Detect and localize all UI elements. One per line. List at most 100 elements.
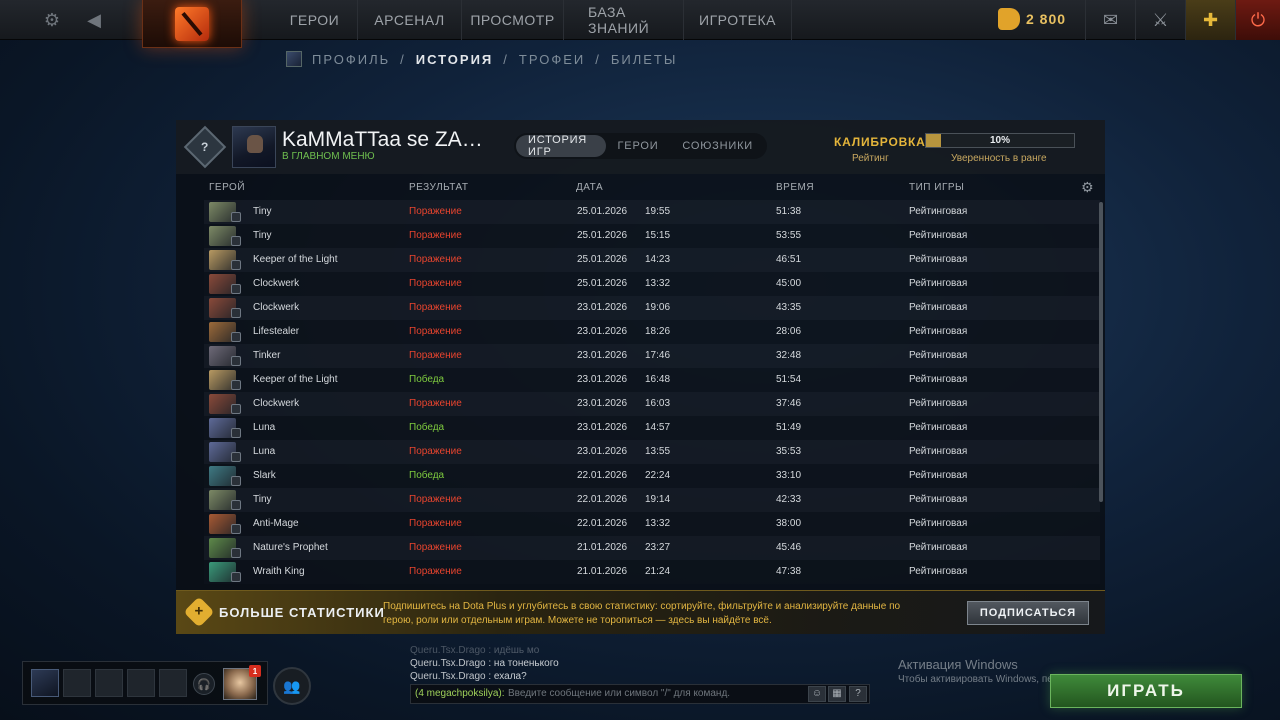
match-clock: 13:55 <box>645 446 671 457</box>
friends-icon[interactable]: 👥 <box>273 667 311 705</box>
match-result: Поражение <box>409 326 462 337</box>
tab-match-history[interactable]: ИСТОРИЯ ИГР <box>516 134 606 158</box>
match-result: Поражение <box>409 278 462 289</box>
match-duration: 35:53 <box>776 446 802 457</box>
back-arrow-icon[interactable]: ◀ <box>80 0 108 40</box>
shards-counter[interactable]: 2 800 <box>998 8 1066 30</box>
mail-icon[interactable]: ✉ <box>1085 0 1135 40</box>
chat-wheel-icon[interactable]: ▦ <box>828 686 846 702</box>
profile-avatar[interactable] <box>232 126 276 168</box>
match-result: Победа <box>409 470 445 481</box>
power-icon[interactable]: ⏻ <box>1235 0 1280 40</box>
tab-allies[interactable]: СОЮЗНИКИ <box>670 135 765 157</box>
match-clock: 19:06 <box>645 302 671 313</box>
match-result: Поражение <box>409 206 462 217</box>
gear-icon[interactable]: ⚙ <box>38 0 66 40</box>
table-row[interactable]: Luna Победа 23.01.2026 14:57 51:49 Рейтингова… <box>204 416 1100 440</box>
hero-name: Nature's Prophet <box>253 542 328 553</box>
table-row[interactable]: Keeper of the Light Поражение 25.01.2026 14… <box>204 248 1100 272</box>
party-slot-empty[interactable] <box>63 669 91 697</box>
chat-input[interactable]: (4 megachpoksilya): Введите сообщение ил… <box>410 684 870 704</box>
party-slot-me[interactable] <box>31 669 59 697</box>
match-date: 23.01.2026 <box>577 326 628 337</box>
chat-log: Queru.Tsx.Drago : идёшь мо Queru.Tsx.Dra… <box>410 644 870 683</box>
col-game-type[interactable]: ТИП ИГРЫ <box>909 182 964 193</box>
tab-heroes[interactable]: ГЕРОИ <box>606 135 671 157</box>
party-slot-empty[interactable] <box>127 669 155 697</box>
dota-logo-button[interactable] <box>142 0 242 48</box>
match-duration: 51:38 <box>776 206 802 217</box>
subnav-trophies[interactable]: ТРОФЕИ <box>519 52 585 67</box>
match-duration: 46:51 <box>776 254 802 265</box>
calibration-label: КАЛИБРОВКА <box>834 135 926 149</box>
role-icon <box>231 452 241 462</box>
nav-arsenal[interactable]: АРСЕНАЛ <box>358 0 462 40</box>
match-date: 23.01.2026 <box>577 422 628 433</box>
nav-arcade[interactable]: ИГРОТЕКА <box>684 0 792 40</box>
match-date: 22.01.2026 <box>577 518 628 529</box>
table-row[interactable]: Wraith King Поражение 21.01.2026 21:24 47:38… <box>204 560 1100 584</box>
hero-name: Keeper of the Light <box>253 374 338 385</box>
subnav-history[interactable]: ИСТОРИЯ <box>416 52 494 67</box>
table-row[interactable]: Clockwerk Поражение 25.01.2026 13:32 45:00 Ре… <box>204 272 1100 296</box>
notification-badge: 1 <box>249 665 261 677</box>
match-type: Рейтинговая <box>909 470 968 481</box>
avatar[interactable] <box>286 51 302 67</box>
hero-name: Anti-Mage <box>253 518 299 529</box>
table-row[interactable]: Clockwerk Поражение 23.01.2026 16:03 37:46 Ре… <box>204 392 1100 416</box>
nav-knowledge-base[interactable]: БАЗА ЗНАНИЙ <box>564 0 684 40</box>
match-date: 21.01.2026 <box>577 542 628 553</box>
role-icon <box>231 500 241 510</box>
role-icon <box>231 284 241 294</box>
match-clock: 16:48 <box>645 374 671 385</box>
col-time[interactable]: ВРЕМЯ <box>776 182 814 193</box>
table-row[interactable]: Tiny Поражение 25.01.2026 15:15 53:55 Рейтинг… <box>204 224 1100 248</box>
nav-watch[interactable]: ПРОСМОТР <box>462 0 564 40</box>
dota-plus-icon[interactable]: ✚ <box>1185 0 1235 40</box>
match-type: Рейтинговая <box>909 230 968 241</box>
table-row[interactable]: Slark Победа 22.01.2026 22:24 33:10 Рейтингов… <box>204 464 1100 488</box>
role-icon <box>231 308 241 318</box>
match-list-scrollbar[interactable] <box>1099 202 1103 502</box>
party-slot-empty[interactable] <box>95 669 123 697</box>
rank-medal-icon[interactable]: ? <box>183 125 227 169</box>
table-row[interactable]: Keeper of the Light Победа 23.01.2026 16:48… <box>204 368 1100 392</box>
match-clock: 13:32 <box>645 518 671 529</box>
chat-line: Queru.Tsx.Drago : идёшь мо <box>410 645 540 656</box>
table-row[interactable]: Clockwerk Поражение 23.01.2026 19:06 43:35 Ре… <box>204 296 1100 320</box>
subscribe-button[interactable]: ПОДПИСАТЬСЯ <box>967 601 1089 625</box>
emoji-icon[interactable]: ☺ <box>808 686 826 702</box>
match-date: 23.01.2026 <box>577 446 628 457</box>
table-row[interactable]: Lifestealer Поражение 23.01.2026 18:26 28:06… <box>204 320 1100 344</box>
table-row[interactable]: Tiny Поражение 22.01.2026 19:14 42:33 Рейтинг… <box>204 488 1100 512</box>
play-button[interactable]: ИГРАТЬ <box>1050 674 1242 708</box>
table-row[interactable]: Tiny Поражение 25.01.2026 19:55 51:38 Рейтинг… <box>204 200 1100 224</box>
chat-help-button[interactable]: ? <box>849 686 867 702</box>
headset-icon[interactable]: 🎧 <box>193 673 215 695</box>
match-duration: 42:33 <box>776 494 802 505</box>
col-hero[interactable]: ГЕРОЙ <box>209 182 245 193</box>
party-slot-empty[interactable] <box>159 669 187 697</box>
table-row[interactable]: Nature's Prophet Поражение 21.01.2026 23:27… <box>204 536 1100 560</box>
subnav-tickets[interactable]: БИЛЕТЫ <box>611 52 678 67</box>
col-date[interactable]: ДАТА <box>576 182 603 193</box>
nav-heroes[interactable]: ГЕРОИ <box>272 0 358 40</box>
match-duration: 38:00 <box>776 518 802 529</box>
rank-confidence-value: 10% <box>989 135 1010 146</box>
chat-channel: (4 megachpoksilya): <box>415 688 505 699</box>
table-row[interactable]: Tinker Поражение 23.01.2026 17:46 32:48 Рейти… <box>204 344 1100 368</box>
table-settings-gear-icon[interactable]: ⚙ <box>1081 179 1094 196</box>
match-duration: 37:46 <box>776 398 802 409</box>
col-result[interactable]: РЕЗУЛЬТАТ <box>409 182 468 193</box>
subnav-profile[interactable]: ПРОФИЛЬ <box>312 52 390 67</box>
armory-icon[interactable]: ⚔ <box>1135 0 1185 40</box>
promo-text: Подпишитесь на Dota Plus и углубитесь в … <box>383 601 901 626</box>
chat-line: Queru.Tsx.Drago : на тоненького <box>410 658 559 669</box>
role-icon <box>231 548 241 558</box>
watermark-title: Активация Windows <box>898 657 1018 672</box>
match-duration: 45:46 <box>776 542 802 553</box>
role-icon <box>231 476 241 486</box>
table-row[interactable]: Anti-Mage Поражение 22.01.2026 13:32 38:00 Ре… <box>204 512 1100 536</box>
table-row[interactable]: Luna Поражение 23.01.2026 13:55 35:53 Рейтинг… <box>204 440 1100 464</box>
match-result: Поражение <box>409 254 462 265</box>
